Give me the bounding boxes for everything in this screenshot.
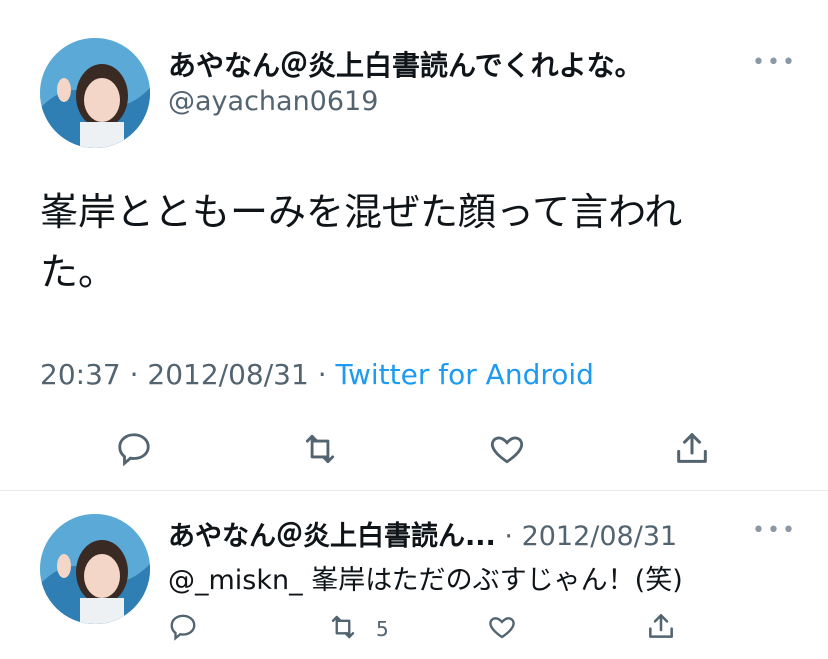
meta-separator: · [317,358,327,391]
reply-share-icon[interactable] [645,610,677,642]
reply-like-icon[interactable] [486,612,518,642]
reply-more-options-icon[interactable]: ••• [752,518,797,543]
user-handle[interactable]: @ayachan0619 [168,86,378,117]
reply-display-name[interactable]: あやなん＠炎上白書読ん... [168,521,496,552]
tweet-text-line-1: 峯岸とともーみを混ぜた顔って言われ [40,190,683,234]
tweet-meta: 20:37 · 2012/08/31 · Twitter for Android [40,358,594,391]
meta-separator: · [129,358,139,391]
reply-text: @_miskn_ 峯岸はただのぶすじゃん！(笑) [168,558,683,597]
reply-mention[interactable]: @_miskn_ [168,565,303,596]
display-name[interactable]: あやなん＠炎上白書読んでくれよな。 [168,44,643,84]
reply-avatar[interactable] [40,514,150,624]
retweet-icon[interactable] [300,430,340,468]
reply-header: あやなん＠炎上白書読ん... · 2012/08/31 [168,514,677,553]
tweet-text: 峯岸とともーみを混ぜた顔って言われ た。 [40,182,810,302]
tweet-text-line-2: た。 [40,250,117,294]
reply-retweet-icon[interactable] [326,612,360,642]
reply-icon[interactable] [115,430,153,468]
reply-body: 峯岸はただのぶすじゃん！(笑) [302,565,683,596]
share-icon[interactable] [672,428,712,468]
like-icon[interactable] [487,430,527,468]
reply-reply-icon[interactable] [168,612,198,642]
avatar[interactable] [40,38,150,148]
tweet-time: 20:37 [40,358,121,391]
reply-separator: · [504,521,513,552]
tweet-date[interactable]: 2012/08/31 [147,358,308,391]
reply-retweet-count: 5 [376,617,389,641]
reply-date[interactable]: 2012/08/31 [522,521,678,552]
divider [0,490,828,491]
tweet-source-link[interactable]: Twitter for Android [336,358,594,391]
more-options-icon[interactable]: ••• [752,50,797,75]
